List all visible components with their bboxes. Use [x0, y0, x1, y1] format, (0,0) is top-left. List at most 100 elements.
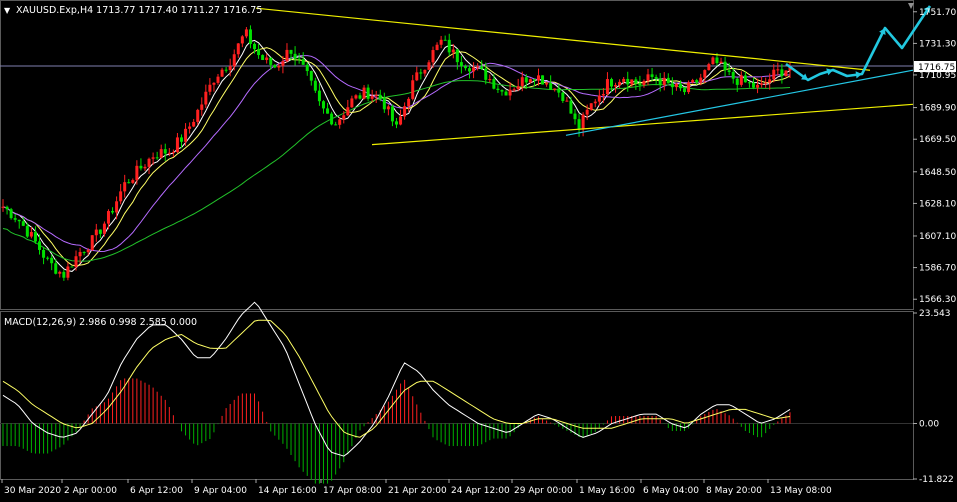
time-axis[interactable]: 30 Mar 2020 2 Apr 00:00 6 Apr 12:00 9 Apr 0…: [1, 479, 832, 496]
candle-body: [666, 77, 670, 84]
candle-body: [386, 106, 390, 110]
candle-body: [273, 64, 277, 68]
candle-body: [650, 74, 654, 77]
candle-body: [38, 241, 42, 250]
candle-body: [508, 89, 512, 96]
candle-body: [106, 211, 110, 224]
price-tick-label: 1751.70: [919, 8, 956, 18]
price-axis[interactable]: 1751.701731.301710.951689.901669.501648.…: [913, 8, 956, 305]
candle-body: [435, 44, 439, 51]
candle-body: [29, 232, 33, 237]
candle-body: [764, 82, 768, 84]
candle-body: [46, 257, 50, 259]
time-tick-label: 6 May 04:00: [643, 486, 699, 496]
candle-body: [289, 49, 293, 54]
candle-body: [147, 158, 151, 167]
candle-body: [618, 81, 622, 86]
candle-body: [719, 61, 723, 64]
candle-body: [780, 69, 784, 77]
candle-body: [159, 149, 163, 158]
chart-canvas[interactable]: 1751.701731.301710.951689.901669.501648.…: [0, 0, 957, 498]
price-tick-label: 1566.30: [919, 295, 956, 305]
candle-body: [297, 58, 301, 60]
candle-body: [516, 86, 520, 90]
time-tick-label: 29 Apr 00:00: [514, 486, 573, 496]
candle-body: [354, 95, 358, 99]
macd-tick-label: 0.00: [919, 420, 939, 430]
candle-body: [569, 100, 573, 114]
candle-body: [317, 90, 321, 102]
candle-body: [605, 79, 609, 95]
candle-body: [654, 76, 658, 79]
lower-trendline[interactable]: [371, 103, 914, 146]
candles: [1, 25, 792, 281]
candle-body: [427, 62, 431, 70]
candle-body: [42, 249, 46, 258]
candle-body: [281, 61, 285, 66]
candle-body: [90, 235, 94, 250]
candle-body: [155, 157, 159, 159]
candle-body: [350, 98, 354, 108]
candle-body: [415, 72, 419, 81]
upper-trendline[interactable]: [255, 7, 871, 71]
candle-body: [553, 88, 557, 90]
candle-body: [638, 83, 642, 86]
candle-body: [216, 76, 220, 83]
candle-body: [58, 271, 62, 274]
candle-body: [374, 94, 378, 97]
candle-body: [248, 29, 252, 44]
time-tick-label: 24 Apr 12:00: [451, 486, 510, 496]
candle-body: [1, 206, 5, 208]
time-tick-label: 6 Apr 12:00: [130, 486, 183, 496]
candle-body: [691, 80, 695, 83]
candle-body: [313, 80, 317, 91]
candle-body: [687, 82, 691, 93]
candle-body: [208, 84, 212, 92]
candle-body: [662, 77, 666, 86]
candle-body: [224, 69, 228, 71]
candle-body: [545, 83, 549, 85]
candle-body: [139, 165, 143, 169]
candle-body: [62, 271, 66, 278]
candle-body: [678, 83, 682, 89]
moving-averages: [2, 39, 791, 272]
candle-body: [549, 83, 553, 90]
macd-tick-label: -11.822: [919, 475, 954, 485]
rising-trendline[interactable]: [565, 69, 914, 136]
macd-indicator: [0, 301, 913, 484]
candle-body: [346, 107, 350, 116]
candle-body: [520, 77, 524, 87]
candle-body: [25, 225, 29, 237]
candle-body: [285, 49, 289, 62]
candle-body: [102, 223, 106, 234]
candle-body: [196, 109, 200, 122]
price-tick-label: 1628.10: [919, 199, 956, 209]
candle-body: [484, 68, 488, 80]
candle-body: [581, 114, 585, 130]
candle-body: [492, 79, 496, 89]
candle-body: [658, 78, 662, 86]
candle-body: [419, 72, 423, 74]
candle-body: [707, 64, 711, 71]
candle-body: [98, 229, 102, 234]
price-tick-label: 1731.30: [919, 39, 956, 49]
candle-body: [468, 68, 472, 72]
candle-body: [390, 106, 394, 122]
candle-body: [82, 252, 86, 254]
candle-body: [17, 219, 21, 222]
candle-body: [683, 88, 687, 93]
candle-body: [476, 66, 480, 68]
candle-body: [269, 57, 273, 65]
candle-body: [756, 84, 760, 88]
candle-body: [200, 104, 204, 110]
candle-body: [163, 149, 167, 154]
candle-body: [626, 78, 630, 85]
candle-body: [366, 87, 370, 99]
candle-body: [119, 191, 123, 202]
candle-body: [334, 124, 338, 126]
candle-body: [695, 80, 699, 83]
candle-body: [541, 75, 545, 85]
time-tick-label: 1 May 16:00: [579, 486, 635, 496]
candle-body: [703, 70, 707, 78]
candle-body: [573, 113, 577, 120]
